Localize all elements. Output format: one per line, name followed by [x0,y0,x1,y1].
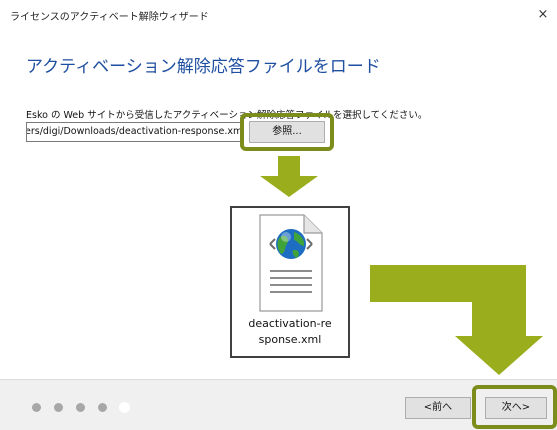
xml-file-icon [259,214,323,312]
back-button[interactable]: <前へ [405,397,471,419]
step-dot [76,403,85,412]
step-dot-current [119,402,130,413]
step-dot [98,403,107,412]
file-name-line2: sponse.xml [258,333,322,346]
next-button[interactable]: 次へ> [485,397,547,419]
file-name: deactivation-re sponse.xml [232,316,348,348]
file-name-line1: deactivation-re [248,317,332,330]
step-dot [54,403,63,412]
globe-icon [276,229,306,259]
bent-arrow-icon [370,265,543,375]
step-dot [32,403,41,412]
down-arrow-icon [260,156,318,197]
